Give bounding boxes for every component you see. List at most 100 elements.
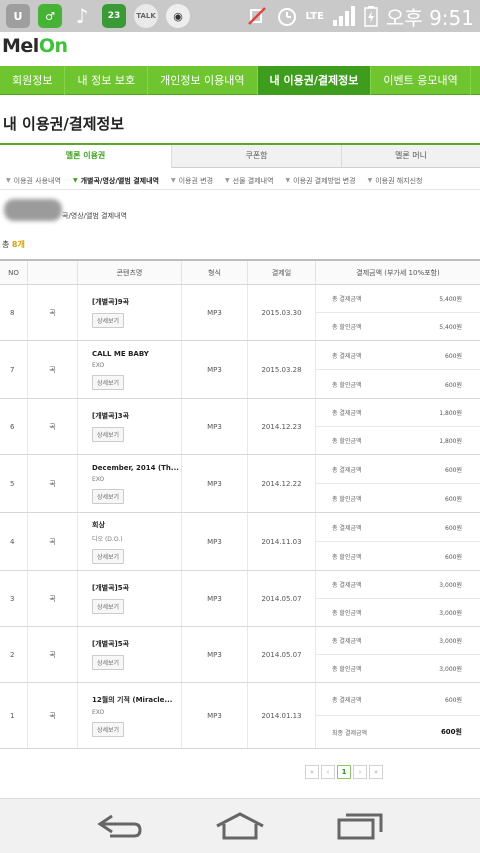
nav-member-info[interactable]: 회원정보 <box>0 66 66 95</box>
payment-label: 총 결제금액 <box>332 466 362 474</box>
nav-event-history[interactable]: 이벤트 응모내역 <box>371 66 471 95</box>
melon-logo[interactable]: MelOn <box>2 35 68 57</box>
page-title: 내 이용권/결제정보 <box>3 115 125 133</box>
payment-line: 최종 결제금액 600원 <box>316 715 480 748</box>
song-artist: 디오 (D.O.) <box>92 535 123 543</box>
row-date: 2015.03.30 <box>248 285 316 340</box>
header-no: NO <box>0 261 28 284</box>
next-page-button[interactable]: › <box>353 765 367 779</box>
payment-amount: 5,400원 <box>439 296 462 303</box>
payment-line: 총 할인금액 3,000원 <box>316 654 480 682</box>
nav-privacy-usage[interactable]: 개인정보 이용내역 <box>148 66 258 95</box>
song-title[interactable]: [개별곡]5곡 <box>92 639 129 649</box>
subfilter-pass-change[interactable]: ▼ 이용권 변경 <box>165 176 219 186</box>
payment-label: 총 결제금액 <box>332 524 362 532</box>
song-title[interactable]: 회상 <box>92 520 105 530</box>
nav-privacy-protection[interactable]: 내 정보 보호 <box>65 66 149 95</box>
back-button[interactable] <box>94 810 146 842</box>
detail-button[interactable]: 상세보기 <box>92 313 125 328</box>
payment-cell: 총 결제금액 600원 총 할인금액 600원 <box>316 341 480 398</box>
music-note-icon: ♪ <box>75 4 89 28</box>
table-header: NO 콘텐츠명 형식 결제일 결제금액 (부가세 10%포함) <box>0 261 480 285</box>
table-row: 7 곡 CALL ME BABY EXO 상세보기 MP3 2015.03.28 총 결제금액… <box>0 341 480 399</box>
table-row: 1 곡 12월의 기적 (Miracle... EXO 상세보기 MP3 2014.01.1… <box>0 683 480 749</box>
recent-apps-icon <box>337 813 383 840</box>
payment-label: 최종 결제금액 <box>332 729 368 737</box>
recent-apps-button[interactable] <box>334 810 386 842</box>
subfilter-pass-usage[interactable]: ▼ 이용권 사용내역 <box>0 176 67 186</box>
row-type: 곡 <box>28 513 78 570</box>
subfilter-cancel[interactable]: ▼ 이용권 해지신청 <box>362 176 429 186</box>
song-title[interactable]: CALL ME BABY <box>92 350 149 358</box>
song-title[interactable]: 12월의 기적 (Miracle... <box>92 695 172 705</box>
phone-dial-icon: U <box>6 4 30 28</box>
song-cell: [개별곡]5곡상세보기 <box>78 627 182 682</box>
detail-button[interactable]: 상세보기 <box>92 488 125 504</box>
redacted-username <box>4 199 62 221</box>
header-content: 콘텐츠명 <box>78 261 182 284</box>
detail-button[interactable]: 상세보기 <box>92 599 125 614</box>
payment-label: 총 결제금액 <box>332 410 362 417</box>
header-payment: 결제금액 (부가세 10%포함) <box>356 268 440 277</box>
first-page-button[interactable]: « <box>305 765 319 779</box>
detail-button[interactable]: 상세보기 <box>92 655 125 670</box>
row-format: MP3 <box>182 285 248 340</box>
row-type: 곡 <box>28 399 78 454</box>
payment-label: 총 할인금액 <box>332 381 362 389</box>
song-artist: EXO <box>92 361 105 369</box>
song-cell: December, 2014 (Th... EXO 상세보기 <box>78 455 182 512</box>
table-row: 2 곡 [개별곡]5곡 상세보기 MP3 2014.05.07 총 결제금액 3,000원 총 … <box>0 627 480 683</box>
payment-amount: 3,000원 <box>439 610 462 617</box>
home-button[interactable] <box>214 810 266 842</box>
song-title[interactable]: [개별곡]9곡 <box>92 297 129 307</box>
detail-button[interactable]: 상세보기 <box>92 427 125 442</box>
subfilter-payment-method[interactable]: ▼ 이용권 결제방법 변경 <box>280 176 362 186</box>
prev-page-button[interactable]: ‹ <box>321 765 335 779</box>
site-header: MelOn <box>0 32 480 66</box>
song-title[interactable]: December, 2014 (Th... <box>92 464 179 472</box>
payment-amount: 3,000원 <box>439 638 462 645</box>
row-number: 3 <box>0 571 28 626</box>
detail-button[interactable]: 상세보기 <box>92 374 125 390</box>
page-1-button[interactable]: 1 <box>337 765 351 779</box>
row-format: MP3 <box>182 513 248 570</box>
payment-label: 총 할인금액 <box>332 553 362 561</box>
header-date: 결제일 <box>248 261 316 284</box>
payment-cell: 총 결제금액 600원 최종 결제금액 600원 <box>316 683 480 748</box>
table-row: 8 곡 [개별곡]9곡 상세보기 MP3 2015.03.30 총 결제금액 5,400원 총 … <box>0 285 480 341</box>
triangle-down-icon: ▼ <box>72 177 78 184</box>
payment-label: 총 결제금액 <box>332 582 362 589</box>
row-number: 2 <box>0 627 28 682</box>
payment-amount: 600원 <box>445 352 462 360</box>
payment-line: 총 할인금액 5,400원 <box>316 312 480 340</box>
payment-label: 총 결제금액 <box>332 638 362 645</box>
tab-coupons[interactable]: 쿠폰함 <box>172 145 342 168</box>
row-number: 8 <box>0 285 28 340</box>
payment-amount: 3,000원 <box>439 666 462 673</box>
detail-button[interactable]: 상세보기 <box>92 548 125 564</box>
subfilter-gift-history[interactable]: ▼ 선물 결제내역 <box>219 176 280 186</box>
table-row: 4 곡 회상 디오 (D.O.) 상세보기 MP3 2014.11.03 총 결제금액 600원… <box>0 513 480 571</box>
battery-icon <box>364 6 378 27</box>
table-row: 3 곡 [개별곡]5곡 상세보기 MP3 2014.05.07 총 결제금액 3,000원 총 … <box>0 571 480 627</box>
row-number: 4 <box>0 513 28 570</box>
row-date: 2015.03.28 <box>248 341 316 398</box>
nav-pass-payment[interactable]: 내 이용권/결제정보 <box>257 66 372 95</box>
row-format: MP3 <box>182 683 248 748</box>
song-title[interactable]: [개별곡]3곡 <box>92 411 129 421</box>
sub-filter-bar: ▼ 이용권 사용내역 ▼ 개별곡/영상/앨범 결제내역 ▼ 이용권 변경 ▼ 선물 결제… <box>0 172 480 190</box>
home-icon <box>216 812 264 840</box>
song-title[interactable]: [개별곡]5곡 <box>92 583 129 593</box>
detail-button[interactable]: 상세보기 <box>92 721 125 737</box>
last-page-button[interactable]: » <box>369 765 383 779</box>
payment-line: 총 할인금액 3,000원 <box>316 598 480 626</box>
row-type: 곡 <box>28 571 78 626</box>
tab-melon-money[interactable]: 멜론 머니 <box>342 145 480 168</box>
row-number: 1 <box>0 683 28 748</box>
tab-melon-pass[interactable]: 멜론 이용권 <box>0 145 172 168</box>
payment-amount: 600원 <box>445 466 462 474</box>
row-number: 5 <box>0 455 28 512</box>
subfilter-single-purchase[interactable]: ▼ 개별곡/영상/앨범 결제내역 <box>67 176 165 186</box>
payment-amount: 3,000원 <box>439 582 462 589</box>
payment-line: 총 결제금액 1,800원 <box>316 399 480 426</box>
